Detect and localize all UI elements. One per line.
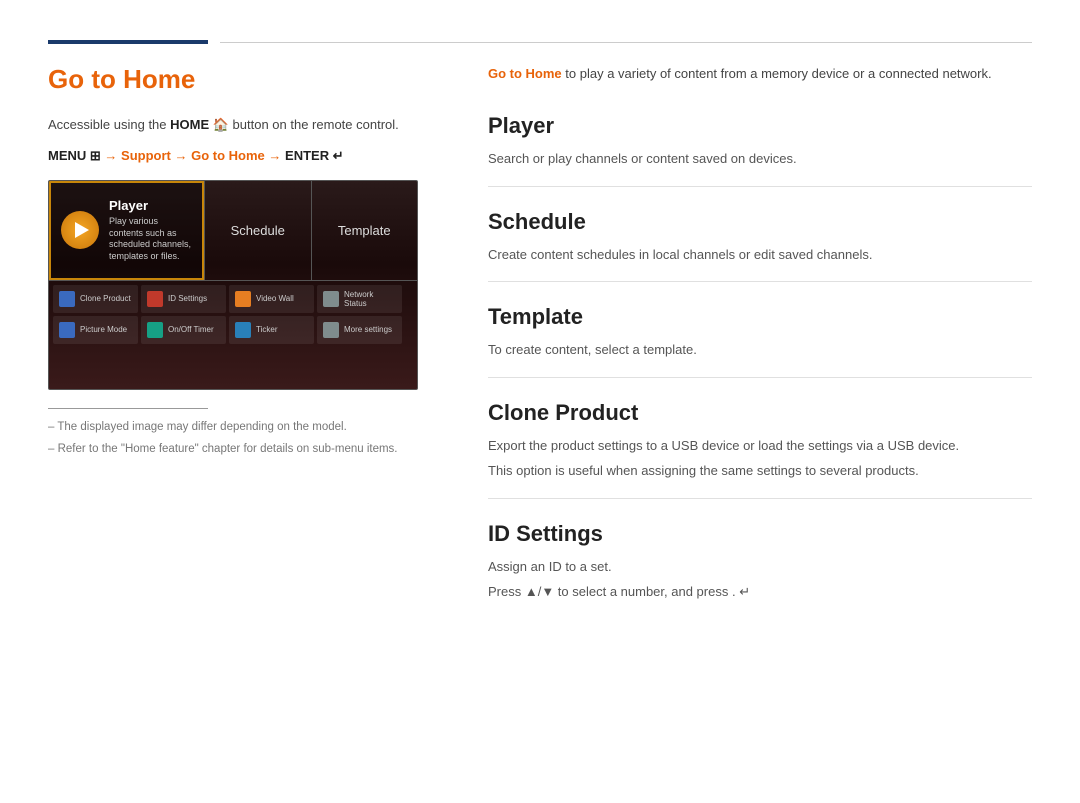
arrow1: → (104, 148, 117, 163)
footnote-1: – The displayed image may differ dependi… (48, 419, 448, 436)
screen-player-item: Player Play various contents such as sch… (49, 181, 204, 280)
section-title-schedule: Schedule (488, 209, 1032, 235)
screen-icon-more: More settings (317, 316, 402, 344)
screen-schedule-item: Schedule (204, 181, 311, 280)
network-icon-sq (323, 291, 339, 307)
section-desc-id-1: Assign an ID to a set. (488, 557, 1032, 578)
section-desc-clone-2: This option is useful when assigning the… (488, 461, 1032, 482)
screen-icon-ticker: Ticker (229, 316, 314, 344)
section-title-player: Player (488, 113, 1032, 139)
home-bold: HOME (170, 117, 209, 132)
clone-icon-sq (59, 291, 75, 307)
more-icon-sq (323, 322, 339, 338)
section-desc-template: To create content, select a template. (488, 340, 1032, 361)
screen-icon-video: Video Wall (229, 285, 314, 313)
footnote-divider (48, 408, 208, 409)
clone-label: Clone Product (80, 294, 131, 303)
menu-icon: ⊞ (90, 148, 105, 163)
right-intro-rest: to play a variety of content from a memo… (562, 66, 992, 81)
picture-label: Picture Mode (80, 325, 127, 334)
onoff-label: On/Off Timer (168, 325, 214, 334)
enter-label: ENTER (285, 148, 329, 163)
page-title: Go to Home (48, 64, 448, 95)
player-desc: Play various contents such as scheduled … (109, 216, 192, 263)
screen-icon-picture: Picture Mode (53, 316, 138, 344)
arrow2: → (175, 148, 188, 163)
arrow3: → (268, 148, 281, 163)
enter-icon: ↵ (333, 148, 344, 163)
onoff-icon-sq (147, 322, 163, 338)
screen-icon-network: Network Status (317, 285, 402, 313)
screen-template-item: Template (311, 181, 418, 280)
ticker-icon-sq (235, 322, 251, 338)
section-desc-schedule: Create content schedules in local channe… (488, 245, 1032, 266)
right-intro-link: Go to Home (488, 66, 562, 81)
intro-paragraph: Accessible using the HOME 🏠 button on th… (48, 115, 448, 136)
picture-icon-sq (59, 322, 75, 338)
top-divider (0, 40, 1080, 44)
screen-icon-id: ID Settings (141, 285, 226, 313)
ticker-label: Ticker (256, 325, 277, 334)
section-desc-clone-1: Export the product settings to a USB dev… (488, 436, 1032, 457)
screen-bottom-row: Clone Product ID Settings Video Wall Net… (49, 281, 417, 348)
intro-text-before: Accessible using the (48, 117, 170, 132)
content-wrapper: Go to Home Accessible using the HOME 🏠 b… (0, 64, 1080, 606)
video-icon-sq (235, 291, 251, 307)
section-desc-id-2: Press ▲/▼ to select a number, and press … (488, 582, 1032, 603)
menu-path: MENU ⊞ → Support → Go to Home → ENTER ↵ (48, 148, 448, 164)
footnote-2: – Refer to the "Home feature" chapter fo… (48, 441, 448, 458)
menu-label: MENU (48, 148, 86, 163)
intro-text-after: button on the remote control. (229, 117, 399, 132)
id-label: ID Settings (168, 294, 207, 303)
video-label: Video Wall (256, 294, 294, 303)
section-title-clone: Clone Product (488, 400, 1032, 426)
play-icon (61, 211, 99, 249)
screenshot-box: Player Play various contents such as sch… (48, 180, 418, 390)
section-desc-player: Search or play channels or content saved… (488, 149, 1032, 170)
goto-link: Go to Home (191, 148, 265, 163)
intro-icon: 🏠 (209, 117, 229, 132)
id-icon-sq (147, 291, 163, 307)
screen-top-row: Player Play various contents such as sch… (49, 181, 417, 281)
divider-4 (488, 498, 1032, 499)
screen-icon-clone: Clone Product (53, 285, 138, 313)
player-text: Player Play various contents such as sch… (109, 198, 192, 263)
right-intro: Go to Home to play a variety of content … (488, 64, 1032, 85)
enter-icon-inline: ↵ (739, 584, 750, 599)
left-column: Go to Home Accessible using the HOME 🏠 b… (48, 64, 448, 606)
divider-1 (488, 186, 1032, 187)
player-name: Player (109, 198, 192, 213)
right-column: Go to Home to play a variety of content … (488, 64, 1032, 606)
support-link: Support (121, 148, 171, 163)
section-title-template: Template (488, 304, 1032, 330)
blue-bar (48, 40, 208, 44)
divider-2 (488, 281, 1032, 282)
play-triangle (75, 222, 89, 238)
more-label: More settings (344, 325, 392, 334)
screen-icon-onoff: On/Off Timer (141, 316, 226, 344)
divider-3 (488, 377, 1032, 378)
network-label: Network Status (344, 290, 396, 308)
divider-line (220, 42, 1032, 43)
section-title-id: ID Settings (488, 521, 1032, 547)
